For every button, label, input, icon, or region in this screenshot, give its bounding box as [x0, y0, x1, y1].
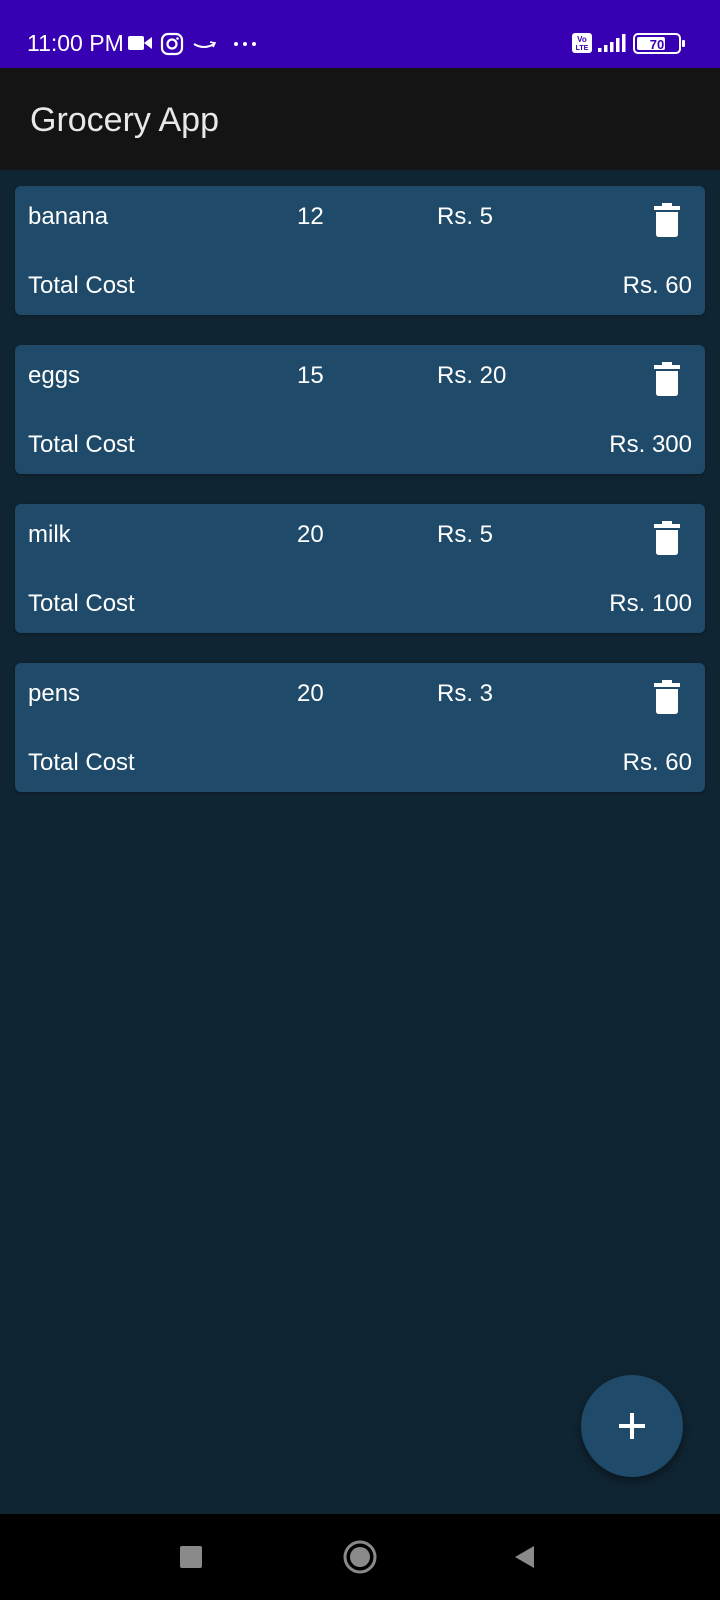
battery-icon: 70	[633, 33, 685, 54]
trash-icon	[654, 362, 680, 396]
delete-button[interactable]	[649, 359, 685, 399]
total-cost-label: Total Cost	[28, 590, 135, 617]
status-time: 11:00 PM	[27, 30, 124, 56]
trash-icon	[654, 521, 680, 555]
more-dots-icon	[234, 42, 256, 46]
total-cost-value: Rs. 60	[622, 749, 692, 776]
svg-text:Vo: Vo	[577, 35, 587, 44]
status-bar: 11:00 PM Vo LTE 70	[0, 0, 720, 68]
instagram-icon	[160, 32, 184, 56]
item-quantity: 20	[297, 680, 324, 707]
add-item-button[interactable]	[581, 1375, 683, 1477]
total-cost-label: Total Cost	[28, 749, 135, 776]
grocery-list: banana 12 Rs. 5 Total Cost Rs. 60 eggs 1…	[15, 186, 705, 822]
total-cost-label: Total Cost	[28, 272, 135, 299]
delete-button[interactable]	[649, 200, 685, 240]
total-cost-value: Rs. 100	[609, 590, 692, 617]
home-circle-icon	[343, 1540, 377, 1574]
item-price: Rs. 20	[437, 362, 507, 389]
video-camera-icon	[128, 36, 152, 50]
battery-level: 70	[650, 37, 664, 52]
app-bar: Grocery App	[0, 68, 720, 170]
app-title: Grocery App	[30, 101, 219, 139]
back-triangle-icon	[515, 1546, 534, 1568]
grocery-item-card: milk 20 Rs. 5 Total Cost Rs. 100	[15, 504, 705, 633]
trash-icon	[654, 203, 680, 237]
volte-icon: Vo LTE	[572, 33, 592, 53]
grocery-item-card: eggs 15 Rs. 20 Total Cost Rs. 300	[15, 345, 705, 474]
delete-button[interactable]	[649, 518, 685, 558]
item-quantity: 15	[297, 362, 324, 389]
item-name: banana	[28, 203, 109, 230]
item-name: milk	[28, 521, 71, 548]
total-cost-value: Rs. 300	[609, 431, 692, 458]
item-quantity: 20	[297, 521, 324, 548]
grocery-item-card: pens 20 Rs. 3 Total Cost Rs. 60	[15, 663, 705, 792]
item-price: Rs. 5	[437, 203, 494, 230]
item-quantity: 12	[297, 203, 324, 230]
recents-button[interactable]	[171, 1537, 211, 1577]
item-name: eggs	[28, 362, 81, 389]
status-right-icons: Vo LTE 70	[572, 33, 685, 54]
home-button[interactable]	[340, 1537, 380, 1577]
trash-icon	[654, 680, 680, 714]
plus-icon	[619, 1413, 645, 1439]
item-name: pens	[28, 680, 81, 707]
amazon-icon	[193, 41, 217, 48]
recents-square-icon	[180, 1546, 202, 1568]
status-left-icons	[128, 32, 256, 56]
svg-text:LTE: LTE	[576, 45, 589, 52]
total-cost-value: Rs. 60	[622, 272, 692, 299]
total-cost-label: Total Cost	[28, 431, 135, 458]
item-price: Rs. 3	[437, 680, 494, 707]
system-nav-bar	[0, 1514, 720, 1600]
delete-button[interactable]	[649, 677, 685, 717]
signal-icon	[598, 34, 626, 52]
back-button[interactable]	[505, 1537, 545, 1577]
item-price: Rs. 5	[437, 521, 494, 548]
grocery-item-card: banana 12 Rs. 5 Total Cost Rs. 60	[15, 186, 705, 315]
